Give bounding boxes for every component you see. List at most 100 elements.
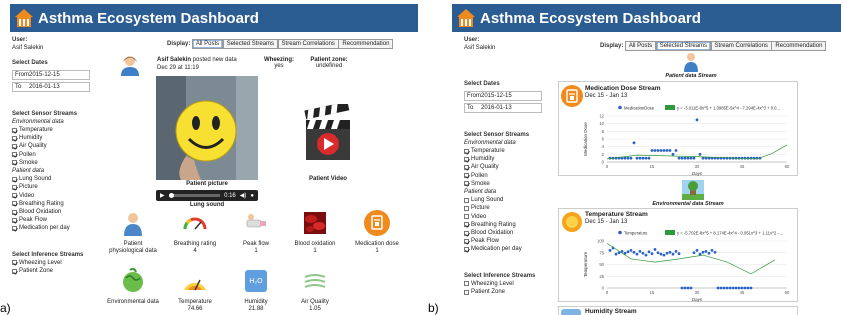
data-point[interactable] [746,156,750,160]
data-point[interactable] [638,156,642,160]
data-tile[interactable]: Environmental data [106,267,160,306]
checkbox[interactable] [12,176,17,182]
data-point[interactable] [704,249,708,253]
data-point[interactable] [632,141,636,145]
data-point[interactable] [677,156,681,160]
data-point[interactable] [695,118,699,122]
data-point[interactable] [623,156,627,160]
stream-checkbox-row[interactable]: Lung Sound [464,196,546,204]
data-point[interactable] [668,149,672,152]
checkbox[interactable] [464,181,469,187]
data-point[interactable] [734,286,738,290]
data-point[interactable] [707,251,711,255]
stream-checkbox-row[interactable]: Temperature [12,126,94,134]
checkbox[interactable] [12,127,17,133]
data-point[interactable] [680,286,684,290]
data-tile[interactable]: H₂O Humidity 21.88 [229,268,283,313]
display-tab-button[interactable]: All Posts [191,39,224,49]
stream-checkbox-row[interactable]: Humidity [12,134,94,142]
stream-checkbox-row[interactable]: Wheezing Level [12,259,94,267]
data-point[interactable] [692,251,696,255]
checkbox[interactable] [464,197,469,203]
checkbox[interactable] [12,260,17,266]
data-point[interactable] [698,152,702,156]
data-point[interactable] [749,286,753,290]
stream-checkbox-row[interactable]: Breathing Rating [464,221,546,229]
data-point[interactable] [722,156,726,160]
from-date-field[interactable]: From 2015-12-15 [464,90,542,101]
data-point[interactable] [647,250,651,254]
stream-checkbox-row[interactable]: Smoke [12,159,94,167]
data-point[interactable] [650,252,654,256]
checkbox[interactable] [464,289,469,295]
data-point[interactable] [659,149,663,152]
stream-checkbox-row[interactable]: Medication per day [12,224,94,232]
checkbox[interactable] [464,230,469,236]
stream-checkbox-row[interactable]: Peak Flow [464,237,546,245]
data-point[interactable] [671,152,675,156]
stream-checkbox-row[interactable]: Air Quality [12,142,94,150]
data-tile[interactable]: Air Quality 1.05 [288,268,342,313]
data-point[interactable] [737,286,741,290]
checkbox[interactable] [12,217,17,223]
display-tab-button[interactable]: Selected Streams [222,39,279,49]
data-point[interactable] [644,253,648,257]
stream-checkbox-row[interactable]: Picture [464,204,546,212]
data-point[interactable] [608,249,612,252]
stream-checkbox-row[interactable]: Video [464,213,546,221]
data-tile[interactable]: Peak flow 1 [229,210,283,255]
checkbox[interactable] [464,214,469,220]
data-point[interactable] [740,286,744,290]
data-point[interactable] [674,149,678,152]
data-point[interactable] [665,251,669,255]
checkbox[interactable] [464,156,469,162]
data-point[interactable] [713,250,717,254]
display-tab-button[interactable]: Selected Streams [655,41,712,51]
data-point[interactable] [746,286,750,290]
data-point[interactable] [671,252,675,256]
data-point[interactable] [665,149,669,152]
data-point[interactable] [644,156,648,160]
stream-checkbox-row[interactable]: Lung Sound [12,175,94,183]
stream-checkbox-row[interactable]: Temperature [464,147,546,155]
data-point[interactable] [668,250,672,254]
stream-checkbox-row[interactable]: Video [12,192,94,200]
data-point[interactable] [614,252,618,256]
data-point[interactable] [662,149,666,152]
data-point[interactable] [683,286,687,290]
stream-checkbox-row[interactable]: Picture [12,183,94,191]
display-tab-button[interactable]: Stream Correlations [710,41,772,51]
data-point[interactable] [656,149,660,152]
checkbox[interactable] [12,226,17,232]
data-point[interactable] [641,251,645,255]
stream-checkbox-row[interactable]: Medication per day [464,245,546,253]
stream-checkbox-row[interactable]: Humidity [464,155,546,163]
data-point[interactable] [749,156,753,160]
stream-checkbox-row[interactable]: Breathing Rating [12,200,94,208]
from-date-field[interactable]: From 2015-12-15 [12,69,90,80]
stream-checkbox-row[interactable]: Air Quality [464,163,546,171]
checkbox[interactable] [464,281,469,287]
checkbox[interactable] [464,173,469,179]
data-point[interactable] [662,253,666,257]
data-point[interactable] [641,156,645,160]
checkbox[interactable] [464,247,469,253]
data-point[interactable] [695,249,699,252]
stream-checkbox-row[interactable]: Pollen [12,151,94,159]
checkbox[interactable] [12,209,17,215]
data-point[interactable] [629,249,633,252]
stream-checkbox-row[interactable]: Smoke [464,180,546,188]
data-point[interactable] [710,249,714,252]
display-tab-button[interactable]: All Posts [624,41,657,51]
checkbox[interactable] [12,160,17,166]
data-point[interactable] [638,249,642,253]
stream-checkbox-row[interactable]: Peak Flow [12,216,94,224]
data-point[interactable] [626,250,630,254]
data-point[interactable] [725,286,729,290]
data-point[interactable] [659,252,663,256]
data-point[interactable] [677,252,681,256]
data-point[interactable] [701,250,705,254]
data-tile[interactable]: Breathing rating 4 [168,210,222,255]
data-point[interactable] [635,252,639,256]
data-tile[interactable]: Blood oxidation 1 [288,210,342,255]
